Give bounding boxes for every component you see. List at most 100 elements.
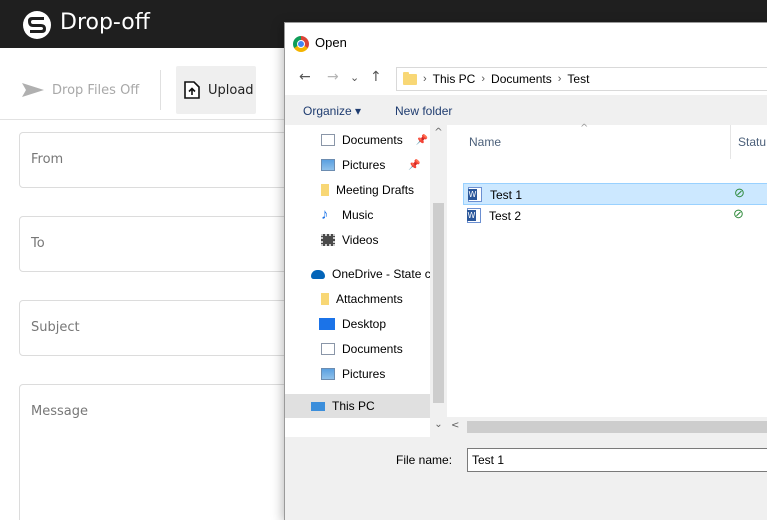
nav-item-music[interactable]: ♪ Music [285, 203, 447, 227]
nav-item-label: OneDrive - State c [332, 267, 431, 281]
scrollbar-thumb[interactable] [433, 203, 444, 403]
nav-item-videos[interactable]: Videos [285, 228, 447, 252]
breadcrumb-separator-icon: › [423, 73, 427, 85]
sort-ascending-icon: ^ [580, 123, 589, 134]
nav-item-documents-quick[interactable]: Documents 📌 [285, 128, 447, 152]
nav-item-attachments[interactable]: Attachments [285, 287, 447, 311]
send-icon [22, 83, 44, 97]
file-name: Test 1 [490, 188, 523, 202]
screen: Drop-off Drop Files Off Upload From To S… [0, 0, 767, 520]
nav-item-pictures-quick[interactable]: Pictures 📌 [285, 153, 447, 177]
recent-locations-chevron-icon[interactable]: ⌄ [350, 71, 359, 84]
nav-item-label: Pictures [342, 367, 386, 381]
upload-label: Upload [208, 82, 254, 98]
column-divider[interactable] [730, 125, 731, 159]
nav-item-label: Documents [342, 342, 403, 356]
pictures-icon [321, 159, 335, 171]
to-field[interactable]: To [19, 216, 319, 272]
subject-placeholder: Subject [31, 320, 80, 335]
pictures-icon [321, 368, 335, 380]
scroll-down-arrow-icon[interactable]: ⌄ [430, 419, 447, 430]
subject-field[interactable]: Subject [19, 300, 319, 356]
nav-item-label: Attachments [336, 292, 403, 306]
word-document-icon [467, 208, 481, 223]
file-name: Test 2 [489, 209, 522, 223]
nav-item-onedrive[interactable]: OneDrive - State c [285, 262, 447, 286]
up-arrow-icon[interactable]: ↑ [370, 69, 382, 85]
file-list-pane: ^ Name Statu Test 1 ⊘ Test 2 ⊘ < [447, 123, 767, 437]
new-folder-button[interactable]: New folder [395, 104, 452, 118]
upload-button[interactable]: Upload [176, 66, 256, 114]
folder-icon [321, 293, 329, 305]
dialog-panes: Documents 📌 Pictures 📌 Meeting Drafts ♪ … [285, 123, 767, 437]
music-icon: ♪ [321, 206, 329, 223]
organize-menu-button[interactable]: Organize ▾ [303, 104, 361, 118]
app-toolbar: Drop Files Off Upload [0, 48, 290, 120]
message-field[interactable]: Message [19, 384, 319, 520]
forward-arrow-icon[interactable]: → [327, 69, 339, 85]
message-placeholder: Message [31, 404, 88, 419]
nav-item-label: Pictures [342, 158, 386, 172]
pin-icon: 📌 [408, 159, 421, 171]
navigation-pane: Documents 📌 Pictures 📌 Meeting Drafts ♪ … [285, 125, 447, 437]
word-document-icon [468, 187, 482, 202]
file-name-label: File name: [396, 453, 453, 467]
drop-off-logo-icon [23, 11, 51, 39]
breadcrumb-this-pc[interactable]: This PC [433, 72, 476, 86]
documents-icon [321, 343, 335, 355]
file-row-test-2[interactable]: Test 2 ⊘ [463, 205, 767, 227]
from-placeholder: From [31, 152, 64, 167]
onedrive-icon [311, 269, 325, 279]
nav-item-label: Music [342, 208, 374, 222]
navigation-scrollbar[interactable]: ^ ⌄ [430, 125, 447, 437]
column-header-name[interactable]: Name [469, 135, 501, 149]
dialog-titlebar[interactable]: Open [285, 23, 767, 63]
file-name-input[interactable]: Test 1 [467, 448, 767, 472]
folder-icon [321, 184, 329, 196]
drop-files-off-button[interactable]: Drop Files Off [22, 78, 139, 102]
breadcrumb-separator-icon: › [481, 73, 486, 85]
nav-item-label: Desktop [342, 317, 387, 331]
dialog-bottom-bar: File name: Test 1 [285, 437, 767, 520]
desktop-icon [319, 318, 335, 330]
command-bar: Organize ▾ New folder [285, 95, 767, 125]
column-headers: ^ Name Statu [447, 123, 767, 159]
address-bar[interactable]: › This PC › Documents › Test [396, 67, 767, 91]
nav-item-label: This PC [332, 399, 375, 413]
toolbar-divider [160, 70, 161, 110]
scrollbar-thumb[interactable] [467, 421, 767, 433]
breadcrumb-documents[interactable]: Documents [491, 72, 552, 86]
nav-item-label: Meeting Drafts [336, 183, 415, 197]
column-header-status[interactable]: Statu [738, 135, 766, 149]
dialog-title: Open [315, 35, 347, 50]
nav-item-label: Videos [342, 233, 379, 247]
upload-file-icon [184, 81, 200, 99]
horizontal-scrollbar[interactable]: < [447, 417, 767, 437]
videos-icon [321, 234, 335, 246]
to-placeholder: To [31, 236, 45, 251]
back-arrow-icon[interactable]: ← [299, 69, 311, 85]
scroll-up-arrow-icon[interactable]: ^ [430, 127, 447, 138]
sync-ok-icon: ⊘ [734, 185, 745, 200]
app-title: Drop-off [60, 10, 150, 35]
nav-item-this-pc[interactable]: This PC [285, 394, 430, 418]
breadcrumb-test[interactable]: Test [567, 72, 589, 86]
drop-files-off-label: Drop Files Off [52, 82, 140, 98]
nav-item-meeting-drafts[interactable]: Meeting Drafts [285, 178, 447, 202]
from-field[interactable]: From [19, 132, 319, 188]
sync-ok-icon: ⊘ [733, 206, 744, 221]
nav-item-desktop[interactable]: Desktop [285, 312, 447, 336]
this-pc-icon [311, 401, 325, 411]
chrome-icon [293, 36, 309, 52]
dialog-navbar: ← → ⌄ ↑ › This PC › Documents › Test [285, 63, 767, 95]
folder-icon [403, 71, 417, 85]
file-row-test-1[interactable]: Test 1 ⊘ [463, 183, 767, 205]
open-dialog: Open ← → ⌄ ↑ › This PC › Documents › Tes… [284, 22, 767, 520]
pin-icon: 📌 [415, 134, 429, 146]
nav-item-label: Documents [342, 133, 403, 147]
nav-item-documents-onedrive[interactable]: Documents [285, 337, 447, 361]
nav-item-pictures-onedrive[interactable]: Pictures [285, 362, 447, 386]
documents-icon [321, 134, 335, 146]
scroll-left-arrow-icon[interactable]: < [451, 420, 459, 431]
breadcrumb-separator-icon: › [557, 73, 562, 85]
